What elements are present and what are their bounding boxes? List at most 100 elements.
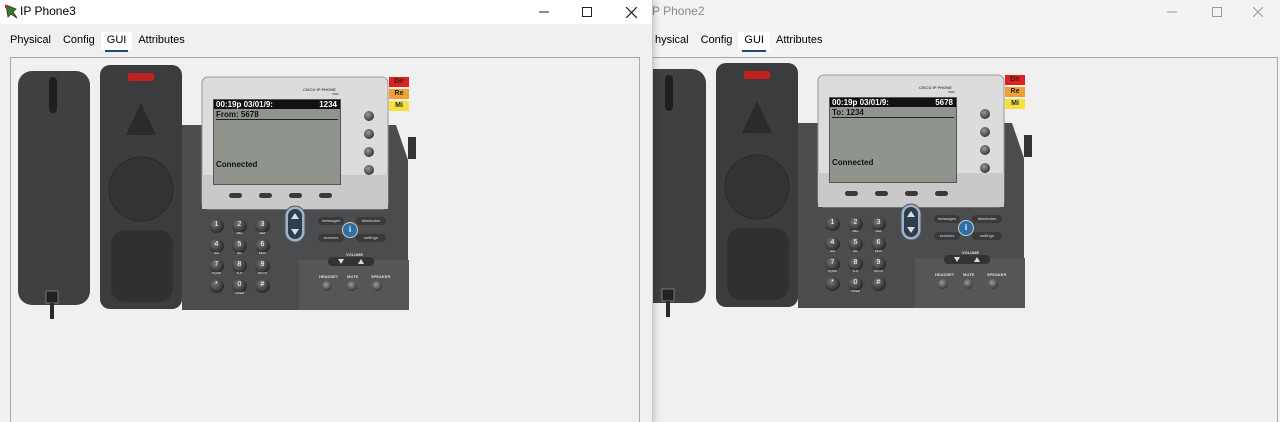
settings-button[interactable]: settings	[356, 234, 386, 242]
keypad-key[interactable]: 4 GHI	[209, 239, 224, 255]
keypad-key-sublabel: JKL	[236, 251, 243, 255]
keypad-key[interactable]: 0 OPER	[232, 279, 247, 295]
keypad-key[interactable]: 3 DEF	[255, 219, 270, 235]
navigation-rocker-icon[interactable]	[284, 205, 306, 243]
keypad-key[interactable]: 5 JKL	[232, 239, 247, 255]
tab-config[interactable]: Config	[695, 32, 739, 50]
keypad-key-sublabel: PQRS	[212, 271, 221, 275]
softkey-button[interactable]	[289, 193, 302, 198]
keypad-key-sublabel: GHI	[213, 251, 220, 255]
keypad-key-sublabel: DEF	[875, 229, 882, 233]
tab-attributes[interactable]: Attributes	[132, 32, 190, 50]
tab-attributes[interactable]: Attributes	[770, 32, 828, 50]
softkey-button[interactable]	[259, 193, 272, 198]
mute-button[interactable]	[963, 279, 973, 289]
speaker-button[interactable]	[372, 281, 382, 291]
services-button[interactable]: services	[318, 234, 344, 242]
keypad-key[interactable]: 7 PQRS	[825, 257, 840, 273]
keypad-key[interactable]: 9 WXYZ	[871, 257, 886, 273]
headset-button[interactable]	[322, 281, 332, 291]
messages-button[interactable]: messages	[318, 217, 344, 225]
keypad-key[interactable]: 1	[209, 219, 224, 233]
directories-button[interactable]: directories	[972, 215, 1002, 223]
messages-button[interactable]: messages	[934, 215, 960, 223]
keypad-key[interactable]: 9 WXYZ	[255, 259, 270, 275]
softkey-button[interactable]	[229, 193, 242, 198]
lcd-status-bar: 00:19p 03/01/9: 5678	[830, 98, 956, 107]
keypad-key[interactable]: 3 DEF	[871, 217, 886, 233]
keypad-key[interactable]: 0 OPER	[848, 277, 863, 293]
tab-gui[interactable]: GUI	[100, 32, 133, 52]
line-button[interactable]	[364, 111, 374, 121]
settings-button[interactable]: settings	[972, 232, 1002, 240]
line-button[interactable]	[980, 163, 990, 173]
minimize-icon	[1167, 11, 1177, 13]
softkey-button[interactable]	[319, 193, 332, 198]
keypad-key[interactable]: *	[209, 279, 224, 293]
ip-phone2-window: P Phone2 hysical Config GUI Attributes 0…	[652, 0, 1280, 422]
keypad-key[interactable]: 7 PQRS	[209, 259, 224, 275]
lcd-call-line: From: 5678	[216, 110, 338, 120]
keypad-key[interactable]: #	[255, 279, 270, 293]
tab-gui[interactable]: GUI	[738, 32, 770, 52]
keypad-key[interactable]: 2 ABC	[232, 219, 247, 235]
keypad-key[interactable]: 8 TUV	[232, 259, 247, 275]
tab-physical[interactable]: hysical	[652, 32, 695, 50]
line-button[interactable]	[364, 129, 374, 139]
keypad-key[interactable]: 6 MNO	[255, 239, 270, 255]
lcd-call-status: Connected	[216, 160, 258, 169]
keypad-key[interactable]: 4 GHI	[825, 237, 840, 253]
tab-config[interactable]: Config	[57, 32, 101, 50]
maximize-icon	[582, 7, 592, 17]
keypad-key[interactable]: *	[825, 277, 840, 291]
keypad-key[interactable]: 1	[825, 217, 840, 231]
keypad-key-label: #	[260, 281, 265, 288]
line-button[interactable]	[364, 147, 374, 157]
window-title: P Phone2	[652, 4, 705, 18]
info-button[interactable]: i	[958, 220, 974, 236]
line-button[interactable]	[980, 145, 990, 155]
keypad-key[interactable]: 8 TUV	[848, 257, 863, 273]
line-button[interactable]	[364, 165, 374, 175]
softkey-button[interactable]	[845, 191, 858, 196]
navigation-rocker-icon[interactable]	[900, 203, 922, 241]
keypad-key-label: *	[831, 279, 834, 286]
close-button[interactable]	[609, 0, 652, 24]
volume-rocker-icon[interactable]	[328, 257, 374, 266]
keypad-key-sublabel: TUV	[852, 269, 859, 273]
maximize-button[interactable]	[1195, 0, 1239, 24]
volume-rocker-icon[interactable]	[944, 255, 990, 264]
line-button[interactable]	[980, 109, 990, 119]
keypad-key-sublabel: WXYZ	[258, 271, 267, 275]
lcd-status-bar: 00:19p 03/01/9: 1234	[214, 100, 340, 109]
close-icon	[625, 6, 637, 18]
line-label-dir: Dir	[389, 77, 409, 87]
speaker-button[interactable]	[988, 279, 998, 289]
keypad-key[interactable]: 5 JKL	[848, 237, 863, 253]
services-button[interactable]: services	[934, 232, 960, 240]
line-button[interactable]	[980, 127, 990, 137]
close-icon	[1253, 7, 1263, 17]
keypad-key-label: *	[215, 281, 218, 288]
info-button[interactable]: i	[342, 222, 358, 238]
keypad-key-label: 1	[214, 221, 219, 228]
close-button[interactable]	[1236, 0, 1280, 24]
softkey-button[interactable]	[905, 191, 918, 196]
minimize-button[interactable]	[1150, 0, 1194, 24]
headset-label: HEADSET	[935, 272, 955, 277]
directories-button[interactable]: directories	[356, 217, 386, 225]
tab-physical[interactable]: Physical	[4, 32, 57, 50]
softkey-button[interactable]	[875, 191, 888, 196]
minimize-button[interactable]	[522, 0, 566, 24]
keypad-key[interactable]: #	[871, 277, 886, 291]
softkey-button[interactable]	[935, 191, 948, 196]
line-label-dir: Dir	[1005, 75, 1025, 85]
keypad-key[interactable]: 2 ABC	[848, 217, 863, 233]
keypad-key[interactable]: 6 MNO	[871, 237, 886, 253]
keypad-key-sublabel: OPER	[851, 289, 860, 293]
mute-button[interactable]	[347, 281, 357, 291]
brand-label: CISCO IP PHONE	[919, 85, 952, 90]
keypad-key-sublabel: MNO	[875, 249, 882, 253]
maximize-button[interactable]	[565, 0, 609, 24]
headset-button[interactable]	[938, 279, 948, 289]
